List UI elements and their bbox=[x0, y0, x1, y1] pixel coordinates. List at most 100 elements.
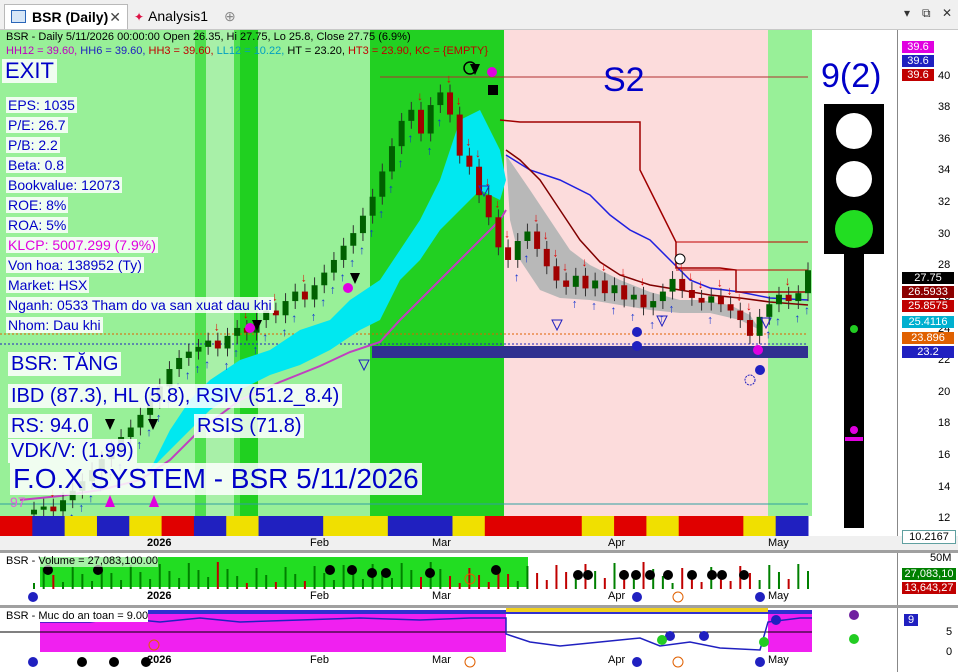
down-arrow-icon: ↓ bbox=[475, 146, 481, 160]
volume-bar bbox=[748, 573, 751, 589]
candle-body bbox=[630, 294, 637, 300]
candle-body bbox=[340, 245, 347, 260]
candle-body bbox=[775, 294, 782, 305]
ribbon-cell bbox=[711, 516, 744, 536]
vdk-label: VDK/V: (1.99) bbox=[8, 439, 137, 463]
fundamental-item: EPS: 1035 bbox=[6, 97, 77, 113]
month-label: Mar bbox=[432, 654, 451, 666]
volume-bar bbox=[671, 583, 674, 589]
candle-body bbox=[553, 266, 560, 281]
volume-bar bbox=[661, 576, 664, 589]
candle-body bbox=[524, 231, 531, 241]
ribbon-cell bbox=[484, 516, 518, 536]
down-arrow-icon: ↓ bbox=[456, 94, 462, 108]
ribbon-cell bbox=[646, 516, 680, 536]
price-tag: 23.896 bbox=[902, 332, 954, 344]
volume-bar bbox=[91, 581, 94, 589]
up-arrow-icon: ↑ bbox=[707, 313, 713, 327]
up-arrow-icon: ↑ bbox=[185, 368, 191, 382]
square-marker-icon bbox=[488, 85, 498, 95]
volume-bar bbox=[807, 571, 809, 589]
candle-body bbox=[418, 109, 424, 134]
down-arrow-icon: ↓ bbox=[620, 264, 626, 278]
tab-analysis1[interactable]: ✦ Analysis1 bbox=[134, 4, 238, 28]
up-arrow-icon: ↑ bbox=[233, 346, 239, 360]
volume-bar bbox=[342, 565, 345, 589]
candle-body bbox=[727, 304, 734, 311]
volume-pane[interactable]: BSR - Volume = 27,083,100.00 50M 27,083,… bbox=[0, 552, 958, 605]
down-arrow-icon: ↓ bbox=[562, 260, 568, 274]
status-label: BSR: TĂNG bbox=[8, 352, 122, 376]
up-arrow-icon: ↑ bbox=[311, 309, 317, 323]
tab-label: BSR (Daily) bbox=[32, 9, 109, 25]
ribbon-cell bbox=[323, 516, 357, 536]
candle-body bbox=[737, 310, 744, 321]
candle-body bbox=[427, 105, 434, 134]
kc-label: KC = {EMPTY} bbox=[411, 45, 489, 57]
down-arrow-icon: ↓ bbox=[533, 211, 539, 225]
down-arrow-icon: ↓ bbox=[727, 283, 733, 297]
volume-bar bbox=[274, 582, 277, 589]
price-tick: 36 bbox=[938, 132, 951, 145]
volume-bar bbox=[323, 573, 326, 589]
volume-bar bbox=[303, 581, 306, 589]
candle-body bbox=[224, 335, 231, 349]
candle-body bbox=[746, 320, 753, 336]
ribbon-cell bbox=[452, 516, 486, 536]
candle-body bbox=[659, 291, 666, 302]
ribbon-cell bbox=[517, 516, 550, 536]
down-arrow-icon: ↓ bbox=[688, 269, 694, 283]
top-price-tag: 39.6 bbox=[902, 69, 934, 81]
candle-body bbox=[282, 301, 289, 316]
up-arrow-icon: ↑ bbox=[765, 327, 771, 341]
restore-icon[interactable]: ⧉ bbox=[922, 6, 931, 21]
tab-bsr-daily[interactable]: BSR (Daily) ✕ bbox=[4, 4, 128, 29]
close-window-icon[interactable]: ✕ bbox=[942, 6, 952, 20]
up-arrow-icon: ↑ bbox=[320, 295, 326, 309]
candle-body bbox=[563, 280, 570, 287]
new-tab-icon[interactable]: ⊕ bbox=[224, 4, 236, 28]
info-dot-icon bbox=[755, 365, 765, 375]
volume-bar bbox=[458, 583, 461, 589]
ribbon-cell bbox=[614, 516, 647, 536]
candle-body bbox=[234, 327, 241, 336]
month-label: 2026 bbox=[147, 537, 172, 549]
volume-bar bbox=[236, 576, 239, 589]
candle-body bbox=[766, 304, 773, 317]
candle-body bbox=[601, 280, 608, 294]
volume-bar bbox=[390, 578, 393, 589]
price-tick: 16 bbox=[938, 448, 951, 461]
ribbon-cell bbox=[96, 516, 130, 536]
header-ohlc: BSR - Daily 5/11/2026 00:00:00 Open 26.3… bbox=[6, 31, 411, 43]
hh6-label: HH6 = 39.60, bbox=[77, 45, 146, 57]
minimize-icon[interactable]: ▾ bbox=[904, 6, 910, 20]
down-arrow-icon: ↓ bbox=[552, 245, 558, 259]
candle-body bbox=[272, 310, 279, 316]
ribbon-cell bbox=[678, 516, 712, 536]
up-arrow-icon: ↑ bbox=[340, 270, 346, 284]
up-arrow-icon: ↑ bbox=[407, 131, 413, 145]
price-tag: 26.5933 bbox=[902, 286, 954, 298]
month-label: Feb bbox=[310, 590, 329, 602]
volume-bar bbox=[603, 578, 606, 589]
side-value: 97 bbox=[10, 494, 26, 510]
down-arrow-icon: ↓ bbox=[504, 226, 510, 240]
candle-body bbox=[437, 92, 444, 106]
close-tab-icon[interactable]: ✕ bbox=[109, 5, 121, 29]
volume-bar bbox=[439, 569, 442, 589]
up-arrow-icon: ↑ bbox=[591, 298, 597, 312]
month-label: 2026 bbox=[147, 590, 172, 602]
month-label: Apr bbox=[608, 537, 626, 549]
down-arrow-icon: ↓ bbox=[446, 72, 452, 86]
candle-body bbox=[592, 280, 599, 289]
ribbon-cell bbox=[226, 516, 260, 536]
ribbon-cell bbox=[129, 516, 163, 536]
price-pane[interactable]: ↑↑↓↑↑↑↑↑↑↑↑↑↑↑↑↑↑↑↑↓↑↑↓↑↑↓↑↑↓↑↑↑↑↑↑↑↑↑↑↑… bbox=[0, 30, 958, 549]
candle-body bbox=[408, 109, 415, 121]
volume-bar bbox=[487, 582, 490, 589]
ribbon-cell bbox=[775, 516, 809, 536]
up-arrow-icon: ↑ bbox=[156, 411, 162, 425]
up-arrow-icon: ↑ bbox=[282, 325, 288, 339]
safety-pane[interactable]: BSR - Muc do an toan = 9.00 5 0 9 2026 Fe… bbox=[0, 608, 958, 672]
candle-body bbox=[214, 340, 221, 349]
